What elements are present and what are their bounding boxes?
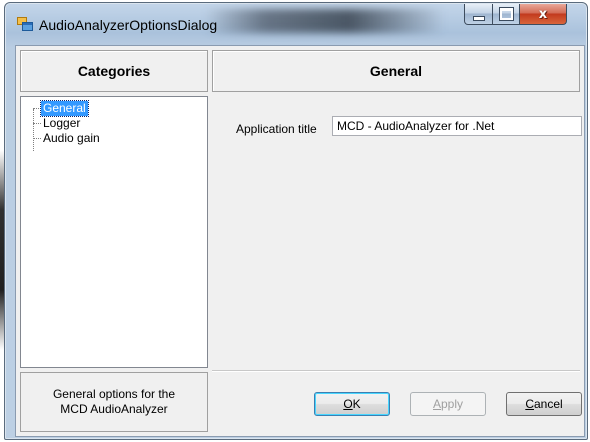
categories-tree[interactable]: General Logger Audio gain — [20, 96, 208, 368]
tree-connector — [33, 123, 41, 124]
ok-label-rest: K — [352, 397, 361, 411]
title-bar-glass — [205, 9, 445, 33]
maximize-icon — [498, 7, 514, 21]
categories-header: Categories — [20, 50, 208, 92]
minimize-icon — [472, 15, 485, 21]
tree-item-general[interactable]: General — [40, 100, 89, 117]
general-header: General — [212, 50, 580, 92]
application-title-label: Application title — [236, 122, 317, 136]
cancel-button[interactable]: Cancel — [506, 392, 582, 416]
apply-label-rest: pply — [441, 397, 464, 411]
cancel-mnemonic: C — [525, 397, 534, 411]
dialog-client-area: Categories General General Logger Audio … — [15, 45, 585, 437]
tree-item-logger[interactable]: Logger — [41, 116, 82, 131]
category-description: General options for the MCD AudioAnalyze… — [20, 372, 208, 432]
maximize-button[interactable] — [492, 4, 520, 25]
application-title-input[interactable] — [332, 116, 582, 136]
tree-item-audio-gain[interactable]: Audio gain — [41, 131, 102, 146]
apply-button[interactable]: Apply — [410, 392, 486, 416]
categories-header-label: Categories — [77, 63, 151, 79]
cancel-label-rest: ancel — [533, 397, 563, 411]
title-bar[interactable]: AudioAnalyzerOptionsDialog x — [5, 3, 587, 43]
minimize-button[interactable] — [464, 4, 493, 25]
ok-mnemonic: O — [343, 397, 353, 411]
general-header-label: General — [369, 63, 423, 79]
form-icon[interactable] — [17, 17, 33, 31]
tree-connector — [33, 108, 41, 109]
tree-connector — [33, 138, 41, 139]
window-title: AudioAnalyzerOptionsDialog — [39, 17, 218, 33]
close-icon: x — [538, 6, 548, 22]
category-description-text: General options for the MCD AudioAnalyze… — [52, 387, 176, 416]
apply-mnemonic: A — [432, 397, 441, 411]
close-button[interactable]: x — [519, 4, 567, 25]
button-separator — [212, 370, 580, 372]
dialog-window: AudioAnalyzerOptionsDialog x Categories … — [4, 2, 588, 440]
tree-connector — [33, 109, 34, 151]
ok-button[interactable]: OK — [314, 392, 390, 416]
